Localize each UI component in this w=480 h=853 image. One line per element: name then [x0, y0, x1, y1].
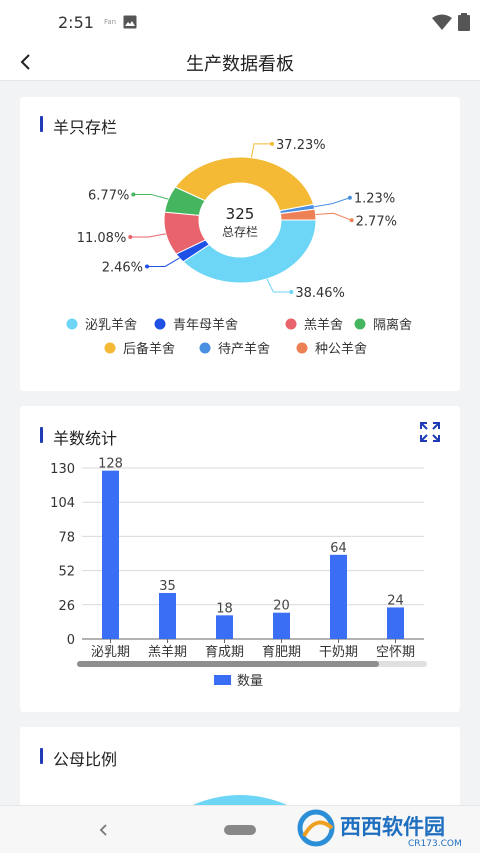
bar[interactable]: [102, 470, 119, 639]
x-tick-label: 育成期: [205, 644, 244, 660]
bar-legend-label[interactable]: 数量: [237, 674, 263, 689]
y-tick-label: 130: [50, 462, 75, 477]
brand-watermark: 西西软件园 CR173.COM: [297, 809, 462, 849]
bar-legend-marker: [214, 675, 231, 685]
y-tick-label: 104: [50, 496, 75, 511]
chart-scrollbar-thumb[interactable]: [77, 661, 379, 667]
x-tick-label: 泌乳期: [91, 645, 130, 660]
watermark-brand: 西西软件园: [340, 815, 445, 839]
bar-value-label: 35: [159, 579, 176, 594]
ratio-card-title: 公母比例: [40, 746, 117, 770]
x-tick-label: 空怀期: [376, 645, 415, 660]
bar-value-label: 24: [387, 593, 404, 608]
home-pill-icon[interactable]: [224, 825, 256, 835]
bar[interactable]: [330, 554, 347, 639]
bar[interactable]: [273, 612, 290, 639]
x-tick-label: 羔羊期: [148, 644, 187, 660]
bar[interactable]: [387, 607, 404, 639]
bar[interactable]: [216, 615, 233, 639]
bar-value-label: 64: [330, 541, 347, 556]
x-tick-label: 育肥期: [262, 644, 301, 660]
count-bar-chart: 0 26 52 78 104 130 128 泌乳期 35 羔羊期 18 育成期 20 育肥期 64 干奶期 2…: [50, 457, 427, 689]
back-triangle-icon[interactable]: [96, 822, 112, 838]
bar[interactable]: [159, 592, 176, 639]
x-tick-label: 干奶期: [319, 645, 358, 660]
y-tick-label: 78: [58, 530, 75, 545]
y-tick-label: 52: [58, 565, 75, 580]
watermark-domain: CR173.COM: [408, 839, 462, 849]
y-tick-label: 0: [67, 633, 75, 648]
bar-value-label: 18: [216, 601, 233, 616]
bar-value-label: 20: [273, 599, 290, 614]
bar-value-label: 128: [98, 457, 123, 472]
y-tick-label: 26: [58, 599, 75, 614]
